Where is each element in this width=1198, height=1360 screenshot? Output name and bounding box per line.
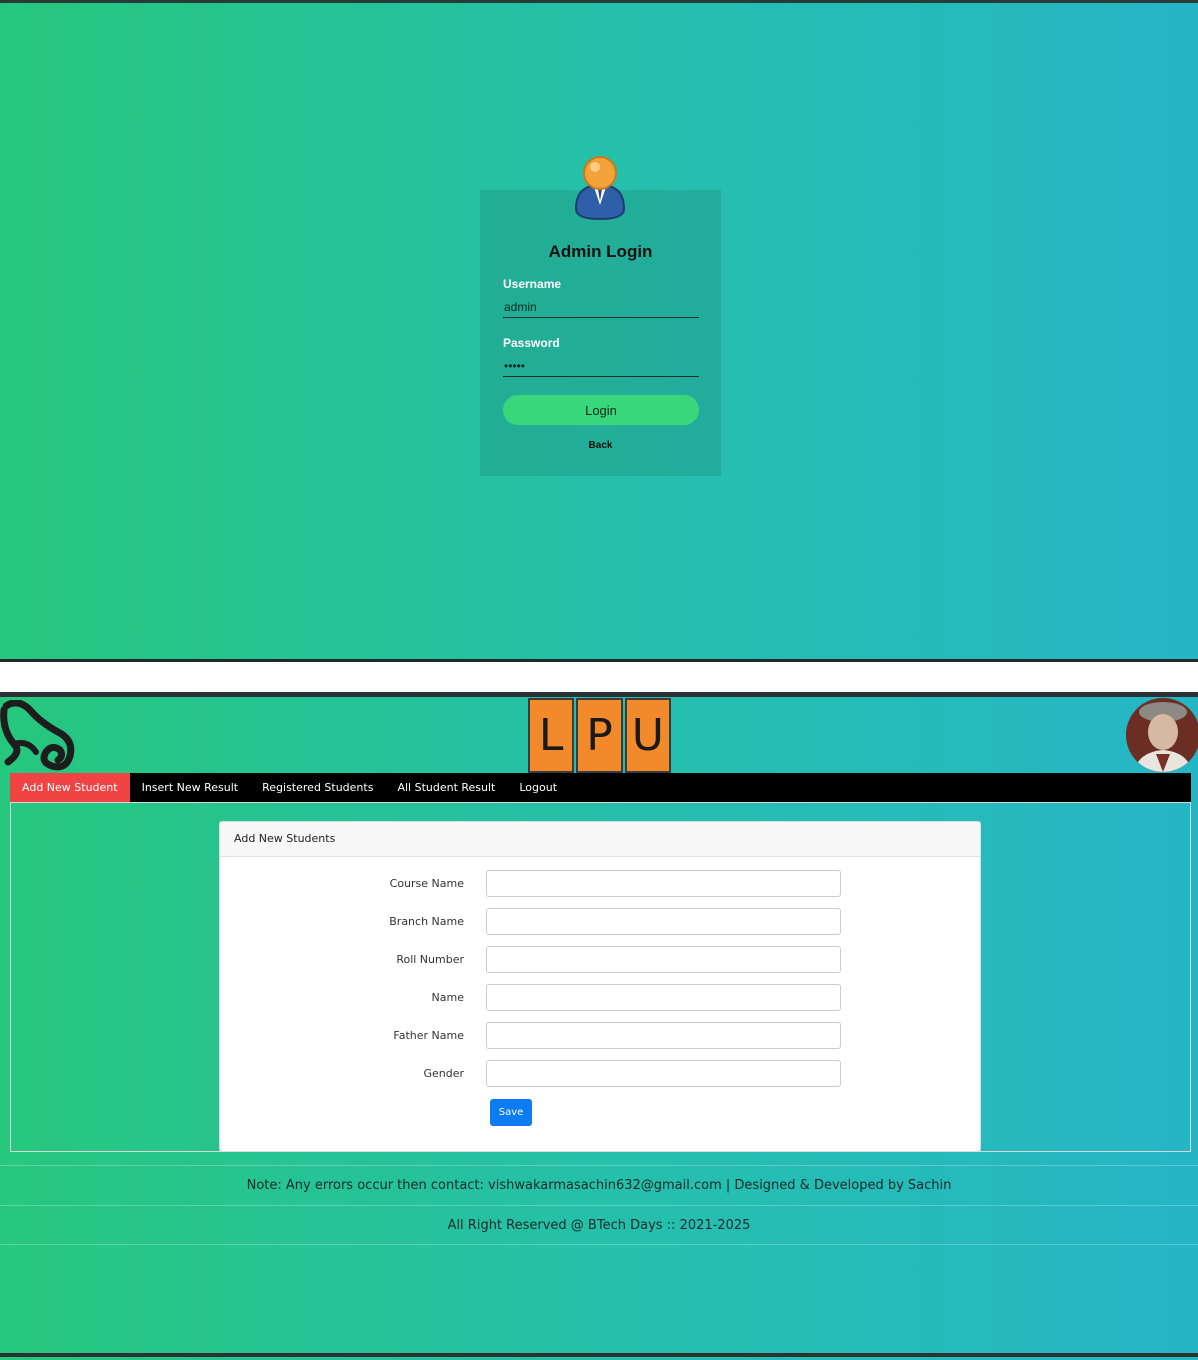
- footer-rights: All Right Reserved @ BTech Days :: 2021-…: [0, 1205, 1198, 1245]
- branch-name-input[interactable]: [486, 908, 841, 935]
- father-name-input[interactable]: [486, 1022, 841, 1049]
- nav-item-insert-new-result[interactable]: Insert New Result: [130, 773, 251, 802]
- back-link[interactable]: Back: [480, 440, 721, 451]
- screen-gap: [0, 662, 1198, 692]
- card-title: Add New Students: [220, 822, 980, 857]
- form-row-course-name: Course Name: [220, 870, 982, 898]
- password-input[interactable]: [503, 355, 699, 377]
- save-button[interactable]: Save: [490, 1099, 532, 1126]
- logo-letter: U: [624, 698, 671, 773]
- lpu-logo: L P U: [528, 698, 671, 773]
- gender-input[interactable]: [486, 1060, 841, 1087]
- nav-item-all-student-result[interactable]: All Student Result: [385, 773, 507, 802]
- field-label: Roll Number: [396, 953, 464, 966]
- username-label: Username: [503, 277, 562, 291]
- form-row-name: Name: [220, 984, 982, 1012]
- logo-letter: P: [576, 698, 623, 773]
- login-card: [480, 190, 721, 476]
- username-input[interactable]: [503, 296, 699, 318]
- form-row-roll-number: Roll Number: [220, 946, 982, 974]
- footer-note: Note: Any errors occur then contact: vis…: [0, 1165, 1198, 1205]
- password-label: Password: [503, 336, 560, 350]
- divider: [0, 1353, 1198, 1357]
- logo-letter: L: [528, 698, 575, 773]
- user-avatar-icon: [572, 155, 628, 221]
- form-row-gender: Gender: [220, 1060, 982, 1088]
- field-label: Name: [431, 991, 464, 1004]
- field-label: Branch Name: [389, 915, 464, 928]
- main-navbar: Add New Student Insert New Result Regist…: [10, 773, 1191, 802]
- brand-logo-icon: [0, 699, 76, 772]
- form-row-branch-name: Branch Name: [220, 908, 982, 936]
- login-title: Admin Login: [548, 242, 653, 261]
- roll-number-input[interactable]: [486, 946, 841, 973]
- name-input[interactable]: [486, 984, 841, 1011]
- field-label: Gender: [423, 1067, 464, 1080]
- nav-item-logout[interactable]: Logout: [507, 773, 569, 802]
- field-label: Course Name: [389, 877, 464, 890]
- form-row-father-name: Father Name: [220, 1022, 982, 1050]
- field-label: Father Name: [393, 1029, 464, 1042]
- nav-item-registered-students[interactable]: Registered Students: [250, 773, 385, 802]
- course-name-input[interactable]: [486, 870, 841, 897]
- nav-item-add-new-student[interactable]: Add New Student: [10, 773, 130, 802]
- add-student-card: Add New Students Course Name Branch Name…: [219, 821, 981, 1152]
- login-button[interactable]: Login: [503, 395, 699, 425]
- profile-photo: [1126, 698, 1198, 772]
